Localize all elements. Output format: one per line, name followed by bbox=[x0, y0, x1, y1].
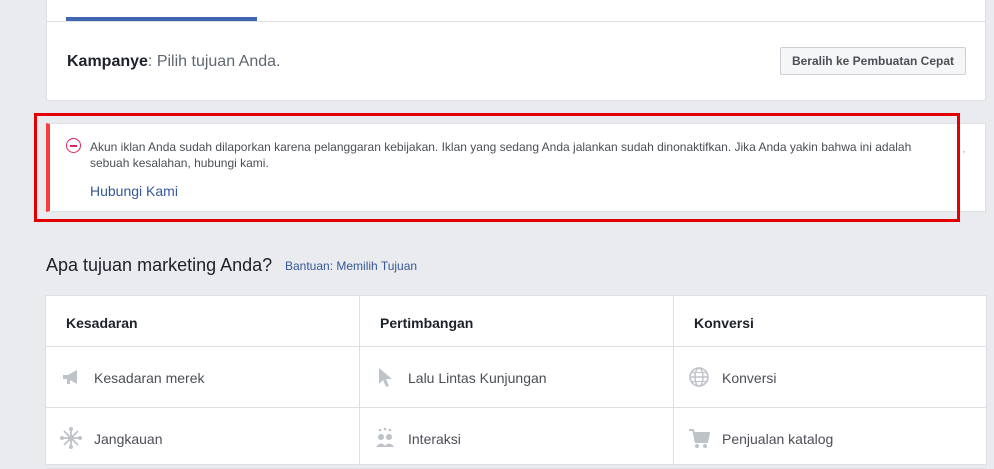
column-header: Kesadaran bbox=[46, 296, 359, 347]
objective-reach[interactable]: Jangkauan bbox=[46, 408, 359, 469]
campaign-label: Kampanye bbox=[67, 53, 148, 70]
column-header: Pertimbangan bbox=[360, 296, 674, 347]
column-awareness: Kesadaran Kesadaran merek Jangkauan bbox=[46, 296, 359, 469]
megaphone-icon bbox=[63, 370, 77, 384]
objective-conversions[interactable]: Konversi bbox=[674, 347, 987, 408]
highlight-annotation bbox=[34, 113, 960, 222]
campaign-header-card: Kampanye: Pilih tujuan Anda. Beralih ke … bbox=[46, 0, 986, 101]
objective-label: Lalu Lintas Kunjungan bbox=[408, 370, 547, 386]
column-conversion: Konversi Konversi Penjualan katalog bbox=[673, 296, 987, 469]
cursor-icon bbox=[379, 368, 392, 387]
objective-label: Jangkauan bbox=[94, 431, 163, 447]
column-header: Konversi bbox=[674, 296, 987, 347]
objective-label: Penjualan katalog bbox=[722, 431, 834, 447]
help-choose-objective-link[interactable]: Bantuan: Memilih Tujuan bbox=[285, 259, 417, 273]
reach-icon bbox=[60, 427, 82, 449]
people-icon bbox=[376, 427, 394, 447]
objective-traffic[interactable]: Lalu Lintas Kunjungan bbox=[360, 347, 674, 408]
objective-label: Konversi bbox=[722, 370, 777, 386]
campaign-subtitle: : Pilih tujuan Anda. bbox=[147, 53, 281, 70]
objective-brand-awareness[interactable]: Kesadaran merek bbox=[46, 347, 359, 408]
objectives-title: Apa tujuan marketing Anda? bbox=[46, 255, 273, 275]
column-consideration: Pertimbangan Lalu Lintas Kunjungan Inter… bbox=[359, 296, 674, 469]
quick-create-button[interactable]: Beralih ke Pembuatan Cepat bbox=[779, 47, 966, 75]
campaign-heading: Kampanye: Pilih tujuan Anda. bbox=[67, 53, 280, 71]
cart-icon bbox=[689, 429, 710, 448]
globe-icon bbox=[689, 367, 709, 387]
objective-label: Kesadaran merek bbox=[94, 370, 205, 386]
creation-tabs bbox=[47, 0, 985, 22]
objective-label: Interaksi bbox=[408, 431, 461, 447]
active-tab-indicator bbox=[66, 17, 257, 21]
objective-engagement[interactable]: Interaksi bbox=[360, 408, 674, 469]
objectives-grid: Kesadaran Kesadaran merek Jangkauan Pert… bbox=[45, 295, 987, 469]
objective-catalog-sales[interactable]: Penjualan katalog bbox=[674, 408, 987, 469]
